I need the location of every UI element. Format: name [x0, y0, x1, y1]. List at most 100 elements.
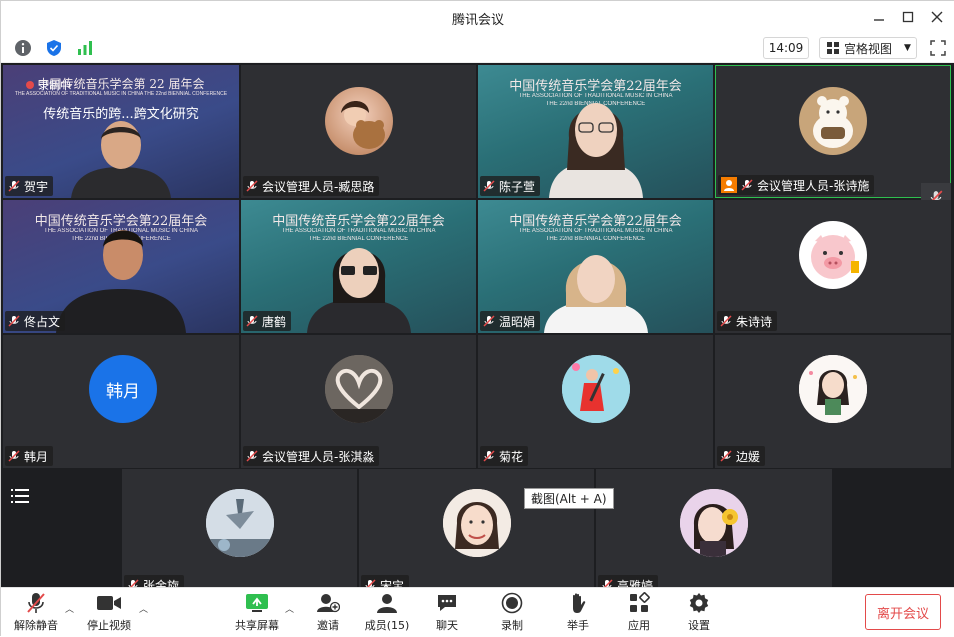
raise-hand-label: 举手	[567, 619, 589, 632]
mic-muted-icon	[27, 593, 45, 613]
participant-tile[interactable]: 边媛	[715, 335, 951, 468]
chat-button[interactable]: 聊天	[429, 591, 465, 635]
participant-tile[interactable]: 中国传统音乐学会第22届年会 THE ASSOCIATION OF TRADIT…	[478, 65, 713, 198]
participant-tile[interactable]: 中国传统音乐学会第22届年会 THE ASSOCIATION OF TRADIT…	[3, 200, 239, 333]
participant-tile[interactable]: 韩月 韩月	[3, 335, 239, 468]
participant-nameplate: 佟占文	[5, 311, 66, 331]
participant-name: 会议管理人员-张淇淼	[262, 449, 375, 464]
chevron-up-icon: ︿	[285, 605, 295, 615]
members-button[interactable]: 成员(15)	[363, 591, 411, 635]
video-options-caret[interactable]: ︿	[139, 602, 148, 615]
participant-avatar	[799, 87, 867, 155]
avatar-image	[799, 355, 867, 423]
minimize-icon	[874, 19, 884, 21]
meeting-toolbar: 解除静音 ︿ 停止视频 ︿ 共享屏幕 ︿ 邀请 成员(15) 聊天 录制 举手 …	[1, 587, 954, 637]
participant-avatar	[562, 355, 630, 423]
participant-avatar-initials: 韩月	[89, 355, 157, 423]
mic-muted-icon	[741, 179, 753, 191]
avatar-image	[325, 355, 393, 423]
network-status-button[interactable]	[74, 37, 96, 59]
participant-name: 边媛	[736, 449, 761, 464]
invite-button[interactable]: 邀请	[310, 591, 346, 635]
mic-muted-icon	[8, 450, 20, 462]
mic-muted-icon	[483, 315, 495, 327]
stop-video-label: 停止视频	[87, 619, 131, 632]
participant-tile-active-speaker[interactable]: 会议管理人员-张诗施	[715, 65, 951, 198]
participant-tile[interactable]: 张金旋	[122, 469, 357, 587]
participant-nameplate: 边媛	[717, 446, 766, 466]
participant-nameplate: 朱诗诗	[717, 311, 778, 331]
recording-indicator: 录制中	[25, 77, 71, 93]
apps-label: 应用	[628, 619, 650, 632]
participant-nameplate: 会议管理人员-张淇淼	[243, 446, 380, 466]
participant-tile[interactable]: 中国传统音乐学会第 22 届年会 THE ASSOCIATION OF TRAD…	[3, 65, 239, 198]
record-dot-icon	[26, 81, 34, 89]
participant-name: 朱诗诗	[736, 314, 773, 329]
close-button[interactable]	[927, 7, 947, 27]
mic-muted-icon	[246, 315, 258, 327]
participant-list-toggle[interactable]	[5, 481, 35, 511]
participant-avatar	[325, 87, 393, 155]
apps-icon	[630, 592, 650, 612]
raise-hand-button[interactable]: 举手	[560, 591, 596, 635]
members-label: 成员(15)	[364, 619, 410, 632]
hand-icon	[573, 593, 586, 613]
invite-label: 邀请	[317, 619, 339, 632]
fullscreen-button[interactable]	[927, 37, 949, 59]
mic-muted-icon	[8, 180, 20, 192]
user-host-icon	[721, 177, 737, 193]
participant-video	[71, 121, 171, 198]
participant-tile[interactable]: 高雅婷	[596, 469, 832, 587]
participant-name: 宋宝	[380, 578, 405, 588]
unmute-button[interactable]: 解除静音	[13, 591, 59, 635]
security-button[interactable]	[43, 37, 65, 59]
participant-avatar	[206, 489, 274, 557]
participant-tile[interactable]: 菊花	[478, 335, 713, 468]
participant-tile[interactable]: 会议管理人员-张淇淼	[241, 335, 476, 468]
maximize-icon	[902, 11, 914, 23]
share-screen-button[interactable]: 共享屏幕	[233, 591, 281, 635]
mic-muted-icon	[720, 315, 732, 327]
participant-nameplate: 菊花	[480, 446, 529, 466]
participant-name: 韩月	[24, 449, 49, 464]
participant-nameplate: 陈子萱	[480, 176, 541, 196]
minimize-button[interactable]	[869, 7, 889, 27]
audio-options-caret[interactable]: ︿	[65, 602, 74, 615]
participant-tile[interactable]: 会议管理人员-臧思路	[241, 65, 476, 198]
participant-tile[interactable]: 中国传统音乐学会第22届年会 THE ASSOCIATION OF TRADIT…	[241, 200, 476, 333]
apps-button[interactable]: 应用	[621, 591, 657, 635]
mic-muted-icon	[365, 579, 376, 587]
settings-button[interactable]: 设置	[681, 591, 717, 635]
share-options-caret[interactable]: ︿	[285, 602, 294, 615]
view-mode-label: 宫格视图	[844, 41, 893, 56]
participant-name: 佟占文	[24, 314, 61, 329]
chevron-down-icon: ▼	[904, 43, 911, 53]
title-bar: 腾讯会议	[1, 1, 954, 33]
record-button[interactable]: 录制	[494, 591, 530, 635]
mic-muted-icon	[483, 450, 495, 462]
list-icon	[11, 489, 29, 503]
participant-tile[interactable]: 朱诗诗	[715, 200, 951, 333]
participant-nameplate: 韩月	[5, 446, 54, 466]
stop-video-button[interactable]: 停止视频	[85, 591, 133, 635]
record-label: 录制	[501, 619, 523, 632]
close-icon	[931, 11, 943, 23]
participant-tile[interactable]: 中国传统音乐学会第22届年会 THE ASSOCIATION OF TRADIT…	[478, 200, 713, 333]
leave-meeting-button[interactable]: 离开会议	[865, 594, 941, 630]
avatar-image	[813, 96, 853, 148]
share-screen-icon	[246, 594, 268, 612]
record-icon	[501, 592, 523, 614]
participant-nameplate: 唐鹤	[243, 311, 292, 331]
maximize-button[interactable]	[898, 7, 918, 27]
participant-name: 温昭娟	[499, 314, 536, 329]
signal-bars-icon	[78, 41, 92, 55]
avatar-image	[562, 355, 630, 423]
meeting-info-button[interactable]	[12, 37, 34, 59]
view-mode-dropdown[interactable]: 宫格视图 ▼	[819, 37, 917, 59]
meeting-clock: 14:09	[763, 37, 809, 59]
screenshot-tooltip: 截图(Alt + A)	[524, 488, 614, 509]
avatar-image	[811, 235, 859, 279]
participant-video	[306, 248, 411, 333]
fullscreen-icon	[930, 40, 946, 56]
participant-tile[interactable]: 宋宝	[359, 469, 594, 587]
